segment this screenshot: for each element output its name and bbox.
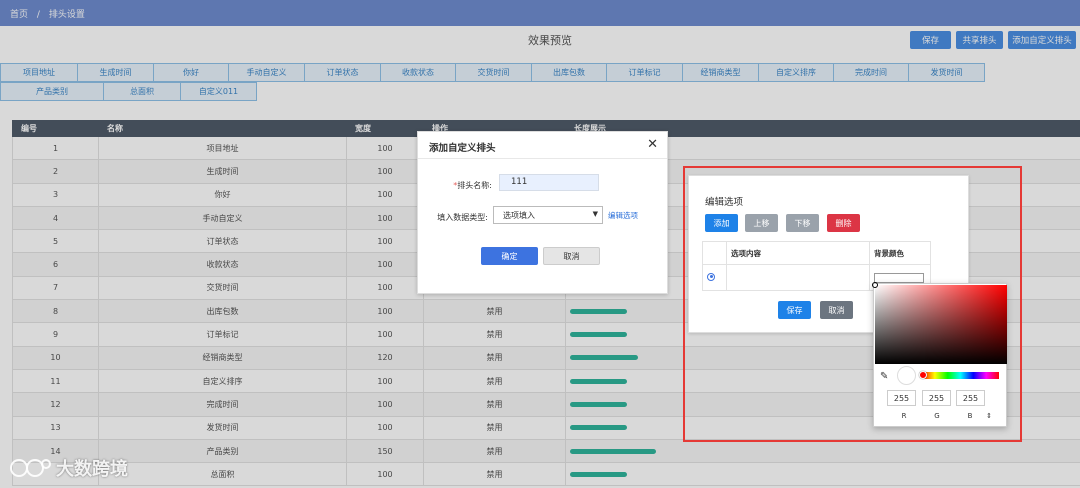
option-radio[interactable] <box>707 272 715 281</box>
b-input[interactable]: 255 <box>956 390 985 406</box>
add-custom-header-dialog: 添加自定义排头 ✕ *排头名称: 111 填入数据类型: 选项填入 ▼ 编辑选项… <box>417 131 668 294</box>
move-down-button[interactable]: 下移 <box>786 214 819 232</box>
edit-options-link[interactable]: 编辑选项 <box>608 210 638 221</box>
close-icon[interactable]: ✕ <box>647 137 658 152</box>
hue-slider[interactable] <box>919 371 999 379</box>
option-content-cell[interactable] <box>726 264 870 291</box>
mode-toggle-icon[interactable]: ⇕ <box>983 412 995 420</box>
cancel-button[interactable]: 取消 <box>543 247 600 265</box>
options-bg-col: 背景颜色 <box>869 241 931 265</box>
sv-handle[interactable] <box>872 282 878 288</box>
move-up-button[interactable]: 上移 <box>745 214 778 232</box>
g-input[interactable]: 255 <box>922 390 951 406</box>
confirm-button[interactable]: 确定 <box>481 247 538 265</box>
b-label: B <box>967 412 973 420</box>
bg-color-swatch[interactable] <box>874 272 924 283</box>
name-label: *排头名称: <box>422 180 492 191</box>
data-type-select[interactable]: 选项填入 ▼ <box>493 206 603 224</box>
watermark: 大数跨境 <box>8 455 128 481</box>
color-preview <box>897 366 916 385</box>
delete-option-button[interactable]: 删除 <box>827 214 860 232</box>
saturation-value-area[interactable] <box>872 282 1007 364</box>
options-cancel-button[interactable]: 取消 <box>820 301 853 319</box>
hue-handle[interactable] <box>919 371 927 379</box>
data-type-value: 选项填入 <box>503 211 535 220</box>
app-root: 首页 / 排头设置 效果预览 保存 共享排头 添加自定义排头 项目地址 生成时间你… <box>0 0 1080 488</box>
options-save-button[interactable]: 保存 <box>778 301 811 319</box>
chevron-down-icon: ▼ <box>592 210 598 218</box>
add-option-button[interactable]: 添加 <box>705 214 738 232</box>
eyedropper-icon[interactable]: ✎ <box>880 371 888 382</box>
edit-options-title: 编辑选项 <box>705 197 744 208</box>
watermark-logo-icon <box>10 459 51 477</box>
dialog-title: 添加自定义排头 <box>429 143 496 154</box>
dialog-header: 添加自定义排头 ✕ <box>418 132 667 159</box>
watermark-text: 大数跨境 <box>56 459 128 480</box>
options-content-col: 选项内容 <box>726 241 870 265</box>
name-label-text: 排头名称: <box>457 181 492 190</box>
options-select-col <box>702 241 727 265</box>
data-type-label: 填入数据类型: <box>437 213 488 222</box>
r-input[interactable]: 255 <box>887 390 916 406</box>
header-name-input[interactable]: 111 <box>499 174 599 191</box>
color-picker: ✎ 255 255 255 R G B ⇕ <box>872 282 1007 427</box>
r-label: R <box>901 412 907 420</box>
g-label: G <box>934 412 940 420</box>
